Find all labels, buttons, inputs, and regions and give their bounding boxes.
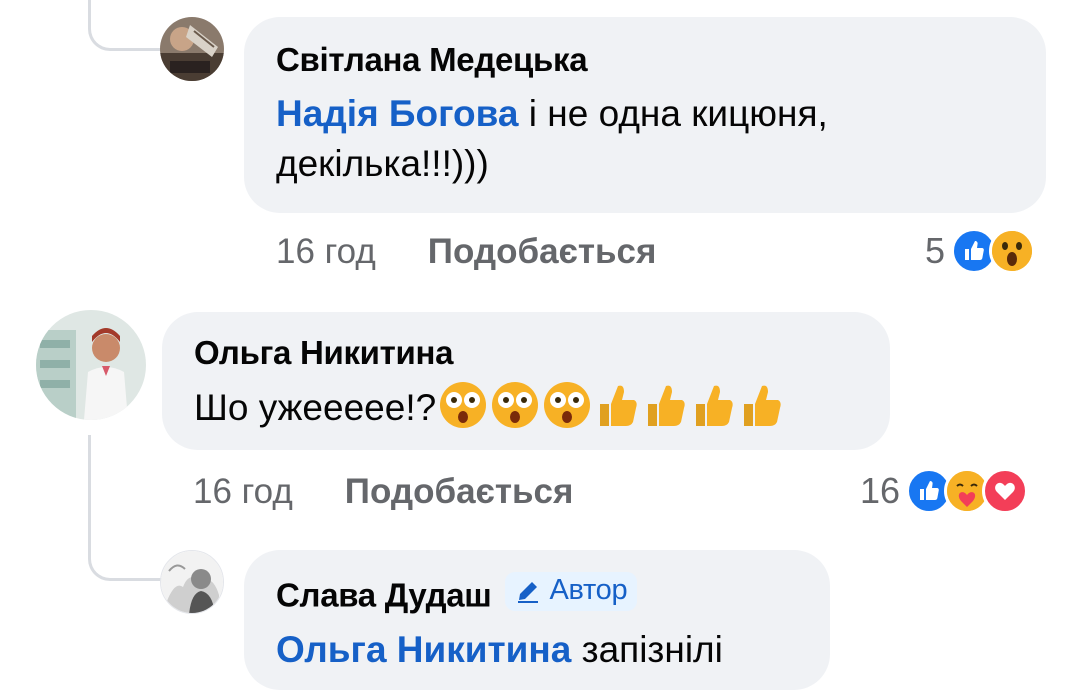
comment-text: декілька!!!)))	[276, 143, 489, 184]
comment-author[interactable]: Ольга Никитина	[194, 334, 858, 372]
comment-author[interactable]: Слава Дудаш	[276, 577, 492, 614]
comment-meta: 16 год Подобається	[276, 232, 656, 272]
comment-time[interactable]: 16 год	[276, 232, 376, 271]
comment-text: Шо ужееeee!?	[194, 387, 437, 428]
reactions-summary[interactable]: 16	[860, 468, 1029, 514]
avatar[interactable]	[160, 550, 224, 614]
thumbs-up-icon	[648, 385, 685, 426]
thumbs-up-icon	[744, 385, 781, 426]
thumbs-up-icon	[696, 385, 733, 426]
avatar-photo	[36, 310, 146, 420]
avatar[interactable]	[160, 17, 224, 81]
avatar-photo	[161, 551, 223, 613]
like-button[interactable]: Подобається	[428, 232, 657, 271]
avatar[interactable]	[36, 310, 146, 420]
reaction-count: 5	[925, 230, 946, 271]
reactions-summary[interactable]: 5	[925, 228, 1036, 274]
comment-text: запізнілі	[571, 628, 723, 670]
astonished-face-icon	[440, 382, 487, 428]
astonished-face-icon	[492, 382, 539, 428]
comment-bubble: Світлана Медецька Надія Богова і не одна…	[244, 17, 1046, 213]
mention-link[interactable]: Ольга Никитина	[276, 629, 571, 670]
pencil-icon	[518, 581, 539, 603]
author-badge: Автор	[505, 572, 638, 611]
comment-meta: 16 год Подобається	[193, 472, 573, 512]
thread-connector-top	[88, 0, 163, 51]
comment-text: і не одна кицюня,	[518, 93, 828, 134]
comment-author[interactable]: Світлана Медецька	[276, 41, 1014, 79]
avatar-photo	[160, 17, 224, 81]
mention-link[interactable]: Надія Богова	[276, 93, 519, 134]
comment-bubble: Слава Дудаш Автор Ольга Никитина запізніл…	[244, 550, 830, 690]
comment-bubble: Ольга Никитина Шо ужееeee!?	[162, 312, 890, 450]
thread-connector-bottom	[88, 520, 163, 581]
reaction-count: 16	[860, 470, 901, 511]
love-icon	[982, 468, 1029, 514]
like-button[interactable]: Подобається	[345, 472, 574, 511]
author-badge-label: Автор	[549, 574, 628, 606]
astonished-face-icon	[544, 382, 591, 428]
thumbs-up-icon	[600, 385, 637, 426]
wow-icon	[989, 228, 1036, 274]
comment-time[interactable]: 16 год	[193, 472, 293, 511]
